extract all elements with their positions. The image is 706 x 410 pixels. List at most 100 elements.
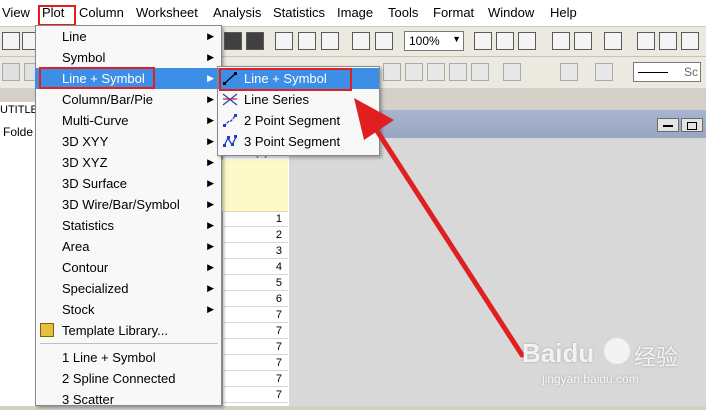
subscript-icon[interactable] [449,63,467,81]
menu-item-label: Column/Bar/Pie [62,92,154,107]
menu-item-statistics[interactable]: Statistics ▶ [35,215,222,236]
table-row[interactable]: 4 [222,259,288,275]
import-ascii-icon[interactable] [275,32,293,50]
folder-label[interactable]: Folde [3,125,33,139]
worksheet-icon[interactable] [659,32,677,50]
table-row[interactable]: 7 [222,371,288,387]
chevron-right-icon: ▶ [207,73,214,83]
table-row[interactable]: 3 [222,243,288,259]
project-explorer-icon[interactable] [604,32,622,50]
layer-contents-icon[interactable] [637,32,655,50]
menu-item-stock[interactable]: Stock ▶ [35,299,222,320]
chevron-right-icon: ▶ [207,241,214,251]
menu-statistics[interactable]: Statistics [273,5,325,20]
decrease-font-icon[interactable] [405,63,423,81]
menu-column[interactable]: Column [79,5,124,20]
menu-item-contour[interactable]: Contour ▶ [35,257,222,278]
menu-item-recent-scatter[interactable]: 3 Scatter [35,389,222,410]
menu-window[interactable]: Window [488,5,534,20]
duplicate-icon[interactable] [352,32,370,50]
header-row-units[interactable] [222,177,288,195]
watermark-brand: Baidu [522,338,595,368]
line-style-combo[interactable]: Sc [633,62,701,82]
untitled-label[interactable]: UTITLE [0,104,38,116]
menu-image[interactable]: Image [337,5,373,20]
new-icon[interactable] [2,32,20,50]
menu-view[interactable]: View [2,5,30,20]
table-row[interactable]: 7 [222,387,288,403]
chevron-right-icon: ▶ [207,157,214,167]
save-template-icon[interactable] [246,32,264,50]
chevron-right-icon: ▶ [207,304,214,314]
table-row[interactable]: 7 [222,323,288,339]
pin-icon[interactable] [2,63,20,81]
table-row[interactable]: 1 [222,211,288,227]
table-row[interactable]: 2 [222,227,288,243]
menu-format[interactable]: Format [433,5,474,20]
annotation-arrow [354,98,525,358]
greek-icon[interactable] [471,63,489,81]
table-row[interactable]: 7 [222,307,288,323]
menu-item-label: 3D XYY [62,134,109,149]
font-color-icon[interactable] [503,63,521,81]
table-row[interactable]: 5 [222,275,288,291]
menu-item-3d-xyz[interactable]: 3D XYZ ▶ [35,152,222,173]
menu-item-line[interactable]: Line ▶ [35,26,222,47]
menu-item-recent-spline[interactable]: 2 Spline Connected [35,368,222,389]
menu-item-label: 3D Wire/Bar/Symbol [62,197,180,212]
header-row-comments[interactable] [222,194,288,212]
chevron-down-icon: ▼ [452,34,461,44]
menu-item-column-bar-pie[interactable]: Column/Bar/Pie ▶ [35,89,222,110]
save-icon[interactable] [224,32,242,50]
notes-icon[interactable] [681,32,699,50]
restore-button[interactable] [681,118,703,132]
chevron-right-icon: ▶ [207,136,214,146]
menu-item-label: Specialized [62,281,129,296]
print-preview-icon[interactable] [496,32,514,50]
paw-icon [604,338,630,364]
header-row-long-name[interactable] [222,160,288,178]
results-log-icon[interactable] [574,32,592,50]
fill-color-icon[interactable] [560,63,578,81]
chevron-right-icon: ▶ [207,199,214,209]
panel-gap [0,88,38,102]
menu-item-area[interactable]: Area ▶ [35,236,222,257]
table-row[interactable]: 7 [222,339,288,355]
chevron-right-icon: ▶ [207,283,214,293]
print-icon[interactable] [474,32,492,50]
menu-help[interactable]: Help [550,5,577,20]
chevron-right-icon: ▶ [207,94,214,104]
menu-item-3d-surface[interactable]: 3D Surface ▶ [35,173,222,194]
line-color-icon[interactable] [595,63,613,81]
menu-item-label: Area [62,239,90,254]
template-library-icon [40,323,54,337]
refresh-icon[interactable] [375,32,393,50]
table-row[interactable]: 6 [222,291,288,307]
minimize-button[interactable] [657,118,679,132]
menu-item-symbol[interactable]: Symbol ▶ [35,47,222,68]
line-style-value: Sc [683,65,698,79]
code-builder-icon[interactable] [552,32,570,50]
menu-worksheet[interactable]: Worksheet [136,5,198,20]
superscript-icon[interactable] [427,63,445,81]
menu-item-label: Statistics [62,218,115,233]
table-row[interactable]: 7 [222,355,288,371]
menu-tools[interactable]: Tools [388,5,418,20]
import-multiple-icon[interactable] [298,32,316,50]
menu-item-3d-wire-bar-symbol[interactable]: 3D Wire/Bar/Symbol ▶ [35,194,222,215]
menu-analysis[interactable]: Analysis [213,5,261,20]
menu-item-template-library[interactable]: Template Library... [35,320,222,341]
menu-item-label: Contour [62,260,109,275]
menu-item-3d-xyy[interactable]: 3D XYY ▶ [35,131,222,152]
menu-item-multi-curve[interactable]: Multi-Curve ▶ [35,110,222,131]
copy-page-icon[interactable] [518,32,536,50]
increase-font-icon[interactable] [383,63,401,81]
zoom-combo[interactable]: 100% ▼ [404,31,464,51]
line-symbol-annotation-box [39,67,155,89]
menu-item-recent-line-symbol[interactable]: 1 Line + Symbol [35,347,222,368]
import-excel-icon[interactable] [321,32,339,50]
menu-separator [40,343,218,344]
menu-item-label: 3D Surface [62,176,128,191]
submenu-annotation-box [219,68,352,91]
menu-item-specialized[interactable]: Specialized ▶ [35,278,222,299]
